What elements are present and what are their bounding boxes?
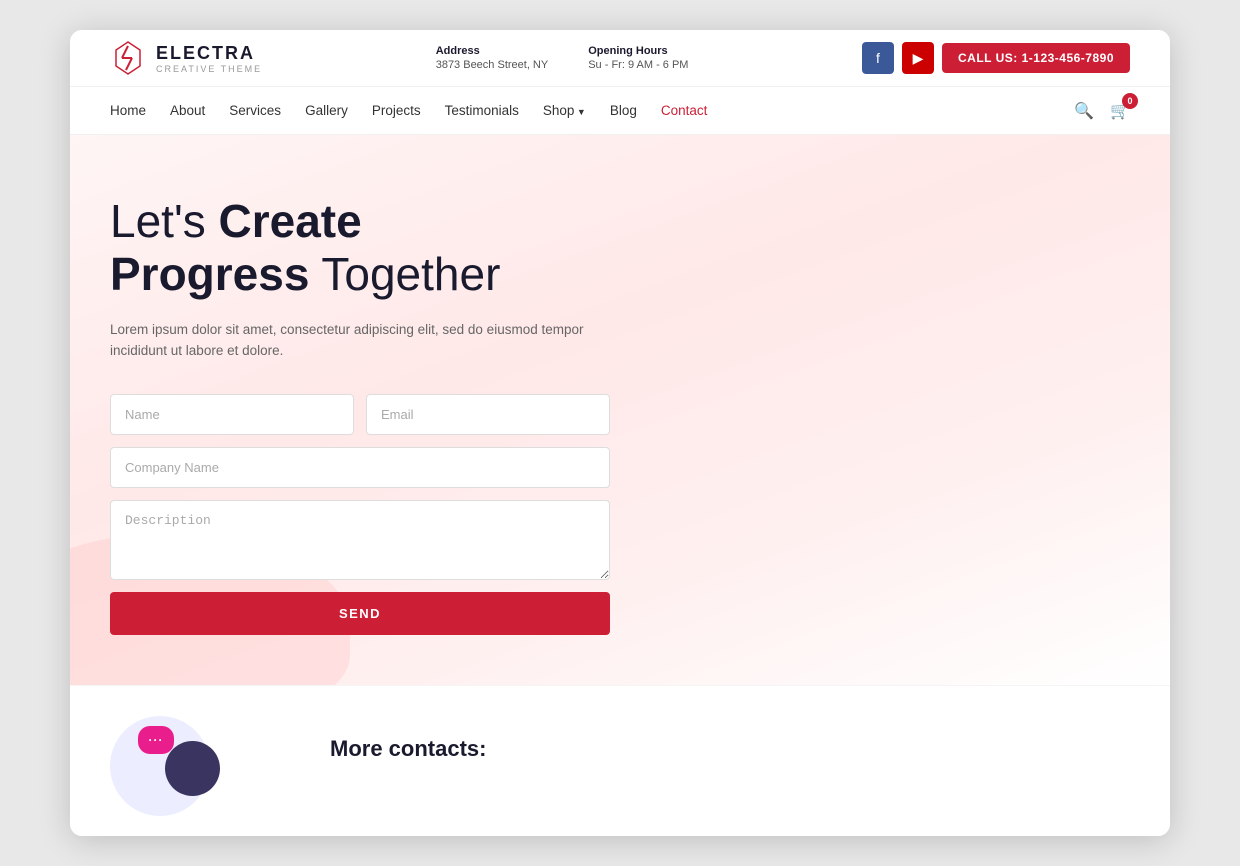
nav-link-home[interactable]: Home — [110, 103, 146, 118]
header-actions: f ▶ CALL US: 1-123-456-7890 — [862, 42, 1130, 74]
address-value: 3873 Beech Street, NY — [436, 59, 549, 71]
nav-link-testimonials[interactable]: Testimonials — [445, 103, 519, 118]
nav-item-projects[interactable]: Projects — [372, 102, 421, 120]
email-input[interactable] — [366, 394, 610, 435]
more-contacts-title: More contacts: — [330, 716, 486, 762]
hero-section: Let's Create Progress Together Lorem ips… — [70, 135, 1170, 685]
send-button[interactable]: SEND — [110, 592, 610, 635]
nav-item-services[interactable]: Services — [229, 102, 281, 120]
nav-link-projects[interactable]: Projects — [372, 103, 421, 118]
hours-label: Opening Hours — [588, 45, 688, 57]
contact-form: SEND — [110, 394, 610, 635]
nav-item-gallery[interactable]: Gallery — [305, 102, 348, 120]
hero-title-part1: Let's — [110, 195, 219, 247]
nav-link-contact[interactable]: Contact — [661, 103, 708, 118]
company-input[interactable] — [110, 447, 610, 488]
nav-item-about[interactable]: About — [170, 102, 205, 120]
logo-icon — [110, 40, 146, 76]
nav-link-blog[interactable]: Blog — [610, 103, 637, 118]
nav-item-blog[interactable]: Blog — [610, 102, 637, 120]
address-label: Address — [436, 45, 549, 57]
search-icon[interactable]: 🔍 — [1074, 101, 1094, 121]
logo-subtitle: CREATIVE THEME — [156, 64, 262, 74]
hero-title-bold1: Create — [219, 195, 362, 247]
nav-link-services[interactable]: Services — [229, 103, 281, 118]
nav-link-gallery[interactable]: Gallery — [305, 103, 348, 118]
illustration — [110, 716, 290, 816]
nav-item-contact[interactable]: Contact — [661, 102, 708, 120]
hero-content: Let's Create Progress Together Lorem ips… — [110, 195, 670, 635]
hero-title-part3: Together — [309, 248, 500, 300]
call-button[interactable]: CALL US: 1-123-456-7890 — [942, 43, 1130, 73]
nav-item-shop[interactable]: Shop — [543, 102, 586, 120]
nav-item-home[interactable]: Home — [110, 102, 146, 120]
nav-link-shop[interactable]: Shop — [543, 103, 586, 118]
illustration-chat-bubble — [138, 726, 174, 754]
hero-description: Lorem ipsum dolor sit amet, consectetur … — [110, 319, 590, 362]
facebook-icon: f — [876, 50, 880, 66]
logo: ELECTRA CREATIVE THEME — [110, 40, 262, 76]
illustration-avatar-circle — [165, 741, 220, 796]
hours-block: Opening Hours Su - Fr: 9 AM - 6 PM — [588, 45, 688, 71]
description-textarea[interactable] — [110, 500, 610, 580]
cart-badge: 0 — [1122, 93, 1138, 109]
address-block: Address 3873 Beech Street, NY — [436, 45, 549, 71]
header-info: Address 3873 Beech Street, NY Opening Ho… — [436, 45, 689, 71]
header-top: ELECTRA CREATIVE THEME Address 3873 Beec… — [70, 30, 1170, 87]
logo-text: ELECTRA CREATIVE THEME — [156, 43, 262, 74]
cart-icon[interactable]: 🛒 0 — [1110, 101, 1130, 121]
hero-title: Let's Create Progress Together — [110, 195, 670, 301]
hours-value: Su - Fr: 9 AM - 6 PM — [588, 59, 688, 71]
youtube-button[interactable]: ▶ — [902, 42, 934, 74]
logo-name: ELECTRA — [156, 43, 262, 64]
nav-right: 🔍 🛒 0 — [1074, 101, 1130, 121]
hero-title-bold2: Progress — [110, 248, 309, 300]
nav-link-about[interactable]: About — [170, 103, 205, 118]
navbar: Home About Services Gallery Projects Tes… — [70, 87, 1170, 135]
bottom-section: More contacts: — [70, 685, 1170, 836]
nav-links: Home About Services Gallery Projects Tes… — [110, 102, 707, 120]
facebook-button[interactable]: f — [862, 42, 894, 74]
form-row-name-email — [110, 394, 610, 435]
nav-item-testimonials[interactable]: Testimonials — [445, 102, 519, 120]
youtube-icon: ▶ — [913, 50, 924, 67]
name-input[interactable] — [110, 394, 354, 435]
form-row-company — [110, 447, 610, 488]
